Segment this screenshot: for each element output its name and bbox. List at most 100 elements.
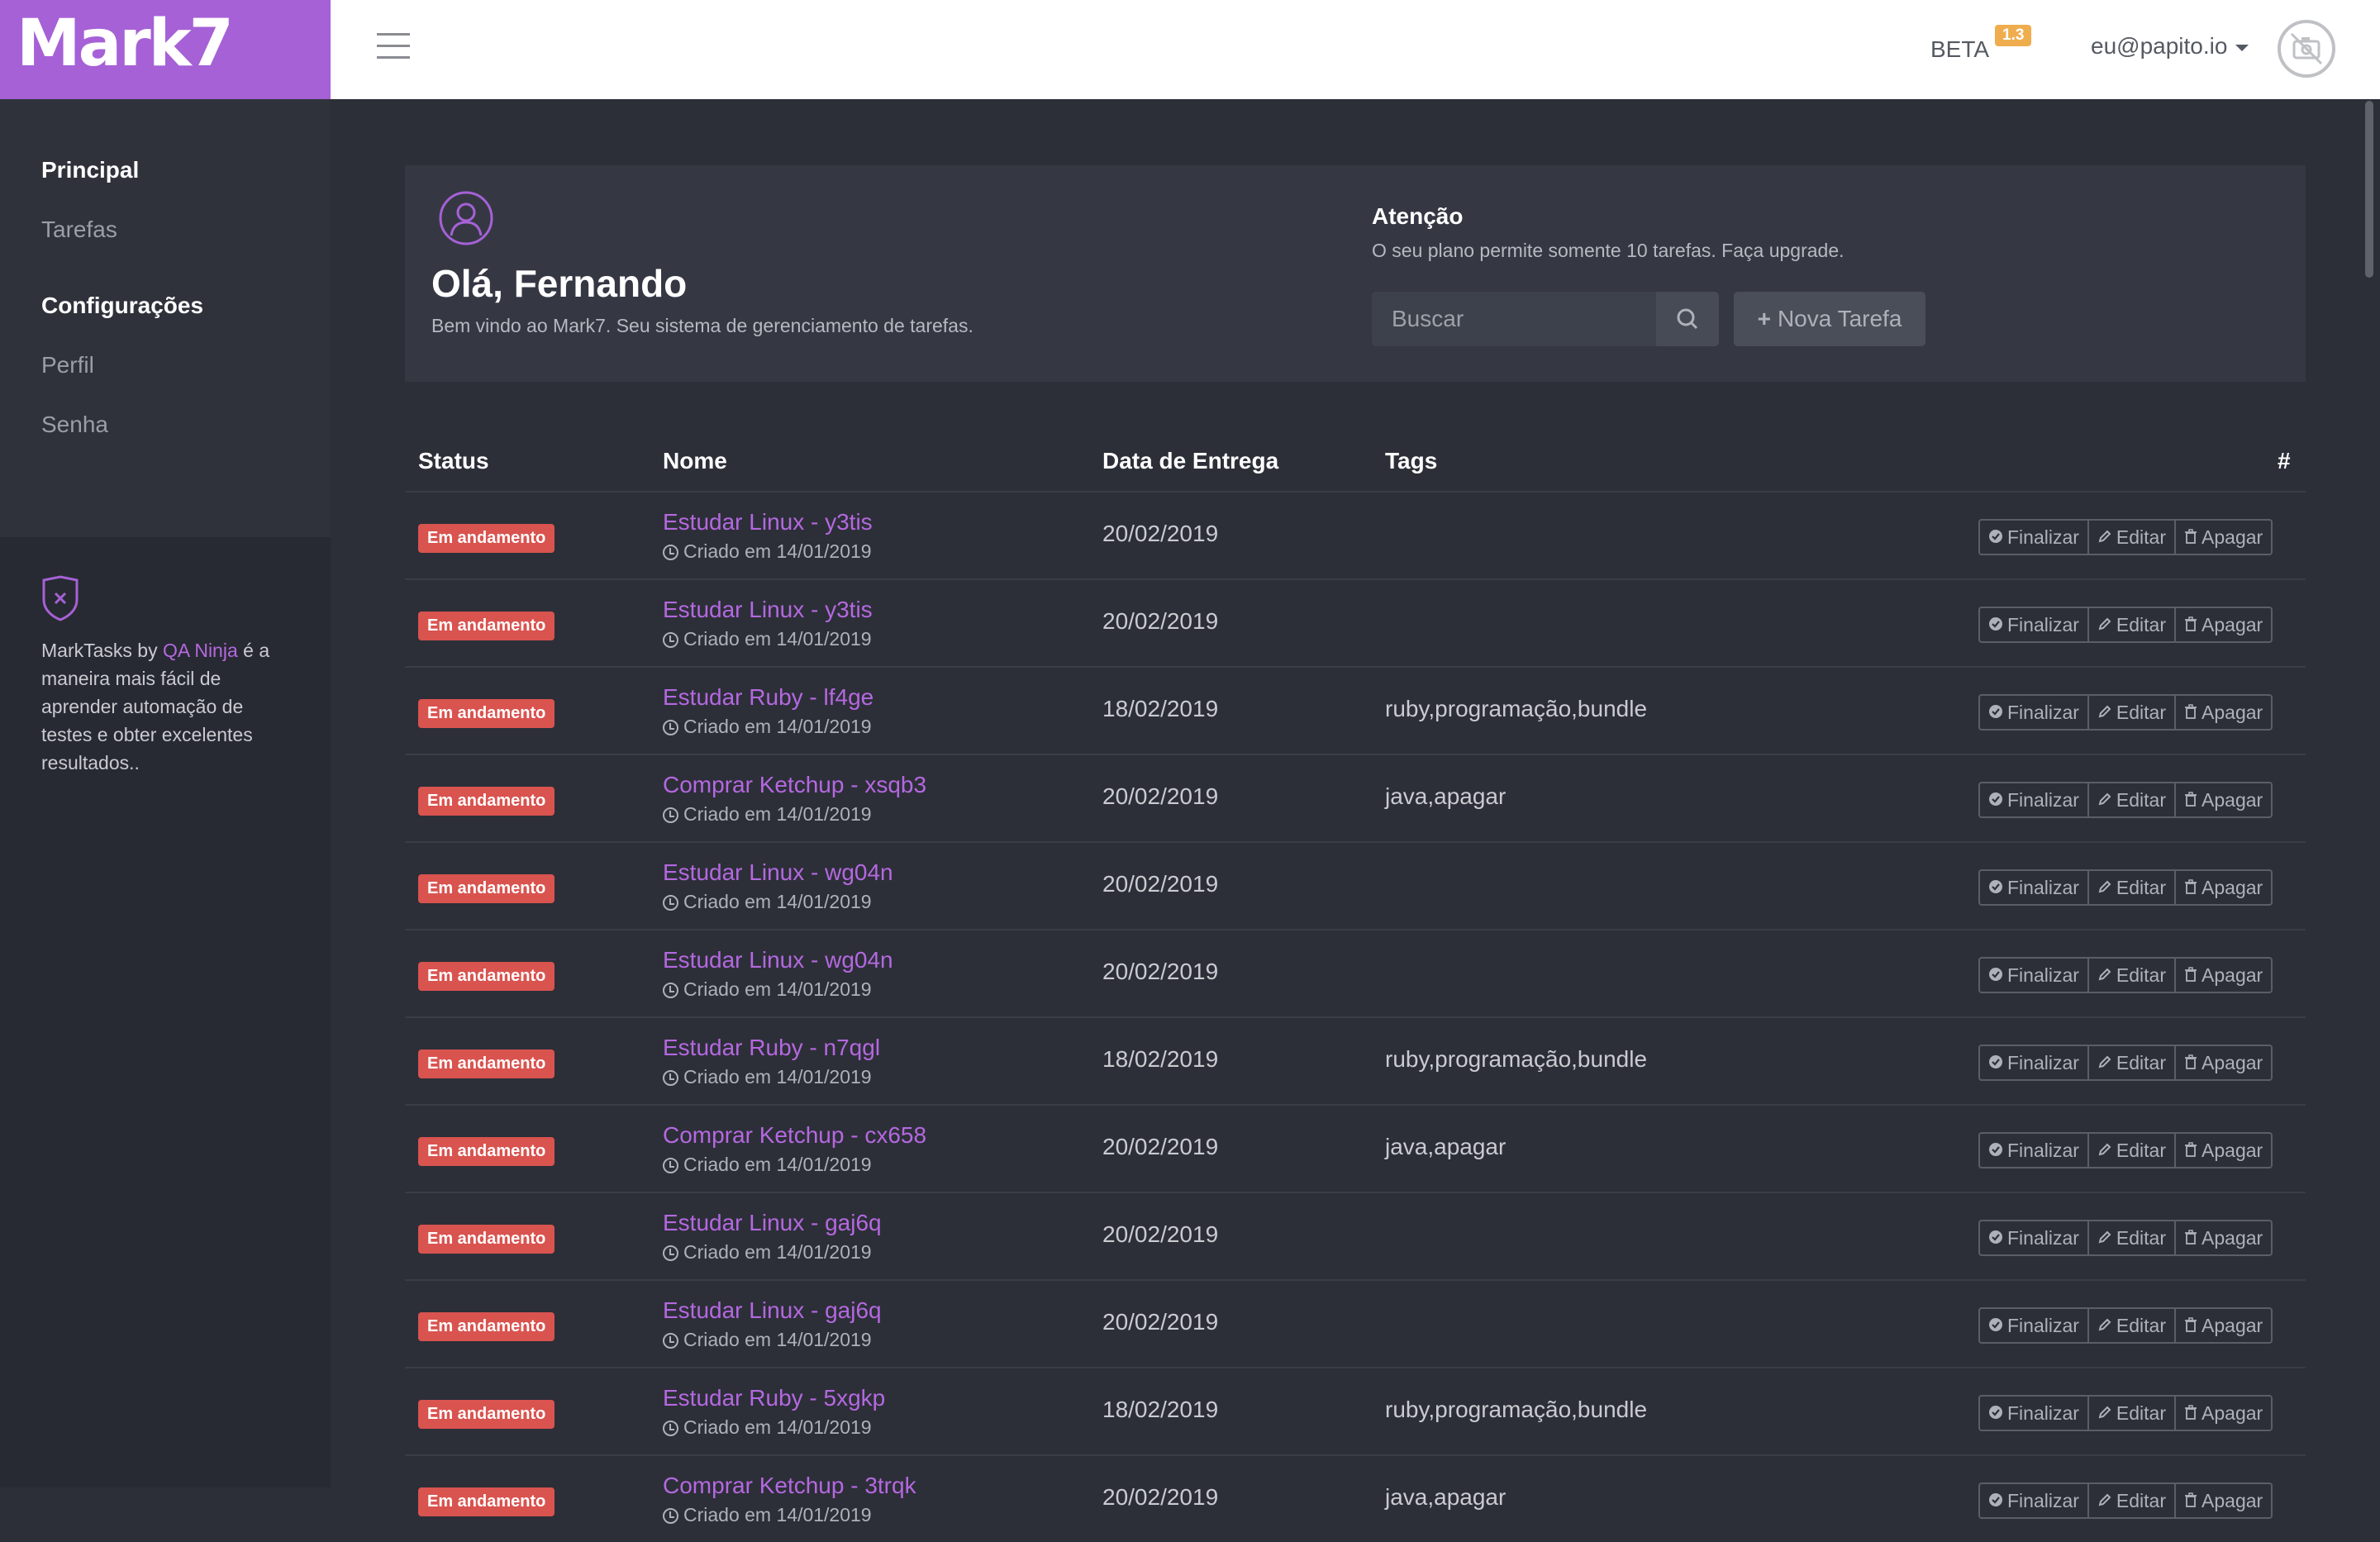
created-text: Criado em 14/01/2019 [683,716,872,737]
edit-button[interactable]: Editar [2087,1221,2174,1254]
delete-button[interactable]: Apagar [2174,1221,2271,1254]
finish-button[interactable]: Finalizar [1980,783,2087,816]
task-name-link[interactable]: Estudar Ruby - lf4ge [663,684,873,711]
new-task-button[interactable]: + Nova Tarefa [1734,292,1925,346]
edit-button[interactable]: Editar [2087,1397,2174,1430]
beta-label: BETA [1930,36,1990,62]
finish-label: Finalizar [2007,1140,2079,1161]
due-date: 20/02/2019 [1102,1484,1219,1510]
created-text: Criado em 14/01/2019 [683,1241,872,1263]
row-actions: Finalizar Editar Apagar [1978,1045,2273,1081]
task-name-link[interactable]: Comprar Ketchup - cx658 [663,1122,926,1149]
logo-area[interactable]: Mark7 [0,0,331,99]
task-name-link[interactable]: Estudar Linux - wg04n [663,859,893,886]
check-circle-icon [1988,1310,2003,1341]
table-row: Em andamento Estudar Linux - y3tis Criado … [405,578,2306,666]
finish-button[interactable]: Finalizar [1980,1046,2087,1079]
edit-button[interactable]: Editar [2087,1046,2174,1079]
finish-button[interactable]: Finalizar [1980,608,2087,641]
pencil-icon [2097,697,2112,728]
trash-icon [2184,1135,2197,1166]
created-text: Criado em 14/01/2019 [683,891,872,912]
finish-button[interactable]: Finalizar [1980,1309,2087,1342]
hamburger-menu-icon[interactable] [377,33,410,61]
edit-button[interactable]: Editar [2087,1134,2174,1167]
delete-button[interactable]: Apagar [2174,521,2271,554]
delete-label: Apagar [2202,877,2263,898]
edit-button[interactable]: Editar [2087,608,2174,641]
finish-button[interactable]: Finalizar [1980,1134,2087,1167]
task-name-link[interactable]: Comprar Ketchup - 3trqk [663,1473,916,1499]
column-header-status: Status [418,448,489,474]
attention-title: Atenção [1372,203,1464,229]
pencil-icon [2097,1485,2112,1516]
finish-button[interactable]: Finalizar [1980,1397,2087,1430]
task-name-link[interactable]: Estudar Linux - y3tis [663,597,873,623]
check-circle-icon [1988,1135,2003,1166]
delete-button[interactable]: Apagar [2174,1484,2271,1517]
task-name-link[interactable]: Estudar Linux - wg04n [663,947,893,973]
delete-button[interactable]: Apagar [2174,608,2271,641]
user-menu-dropdown[interactable]: eu@papito.io [2091,33,2249,59]
qa-ninja-link[interactable]: QA Ninja [163,640,238,661]
logo[interactable]: Mark7 [17,7,234,81]
task-name-link[interactable]: Comprar Ketchup - xsqb3 [663,772,926,798]
edit-button[interactable]: Editar [2087,1484,2174,1517]
created-date: Criado em 14/01/2019 [663,1241,872,1264]
delete-button[interactable]: Apagar [2174,783,2271,816]
delete-button[interactable]: Apagar [2174,1046,2271,1079]
search-button[interactable] [1656,292,1719,346]
edit-button[interactable]: Editar [2087,696,2174,729]
delete-button[interactable]: Apagar [2174,1134,2271,1167]
task-tags: ruby,programação,bundle [1385,696,1648,721]
edit-label: Editar [2116,526,2167,548]
delete-button[interactable]: Apagar [2174,959,2271,992]
finish-button[interactable]: Finalizar [1980,1484,2087,1517]
edit-button[interactable]: Editar [2087,871,2174,904]
trash-icon [2184,784,2197,816]
finish-button[interactable]: Finalizar [1980,959,2087,992]
clock-icon [663,895,678,911]
edit-button[interactable]: Editar [2087,1309,2174,1342]
user-email: eu@papito.io [2091,33,2228,59]
edit-button[interactable]: Editar [2087,959,2174,992]
task-name-link[interactable]: Estudar Linux - y3tis [663,509,873,535]
edit-button[interactable]: Editar [2087,783,2174,816]
row-actions: Finalizar Editar Apagar [1978,1483,2273,1519]
delete-button[interactable]: Apagar [2174,696,2271,729]
task-name-link[interactable]: Estudar Linux - gaj6q [663,1297,882,1324]
finish-button[interactable]: Finalizar [1980,1221,2087,1254]
sidebar-item-perfil[interactable]: Perfil [41,352,94,378]
delete-button[interactable]: Apagar [2174,871,2271,904]
task-name-link[interactable]: Estudar Ruby - n7qgl [663,1035,880,1061]
finish-button[interactable]: Finalizar [1980,871,2087,904]
finish-button[interactable]: Finalizar [1980,696,2087,729]
table-row: Em andamento Comprar Ketchup - cx658 Criad… [405,1104,2306,1192]
check-circle-icon [1988,784,2003,816]
avatar[interactable] [2278,20,2335,78]
finish-label: Finalizar [2007,526,2079,548]
status-badge: Em andamento [418,612,555,640]
task-name-link[interactable]: Estudar Linux - gaj6q [663,1210,882,1236]
clock-icon [663,720,678,735]
created-date: Criado em 14/01/2019 [663,1066,872,1088]
finish-button[interactable]: Finalizar [1980,521,2087,554]
trash-icon [2184,1485,2197,1516]
check-circle-icon [1988,959,2003,991]
search-input[interactable] [1372,292,1656,346]
delete-button[interactable]: Apagar [2174,1397,2271,1430]
status-badge: Em andamento [418,699,555,728]
pencil-icon [2097,521,2112,553]
scrollbar-thumb[interactable] [2365,101,2373,278]
welcome-subtitle: Bem vindo ao Mark7. Seu sistema de geren… [431,315,973,336]
sidebar-item-senha[interactable]: Senha [41,412,108,438]
due-date: 20/02/2019 [1102,1134,1219,1159]
clock-icon [663,1158,678,1173]
edit-button[interactable]: Editar [2087,521,2174,554]
created-date: Criado em 14/01/2019 [663,1504,872,1526]
check-circle-icon [1988,609,2003,640]
delete-button[interactable]: Apagar [2174,1309,2271,1342]
edit-label: Editar [2116,1052,2167,1073]
task-name-link[interactable]: Estudar Ruby - 5xgkp [663,1385,885,1411]
sidebar-item-tarefas[interactable]: Tarefas [41,217,117,243]
